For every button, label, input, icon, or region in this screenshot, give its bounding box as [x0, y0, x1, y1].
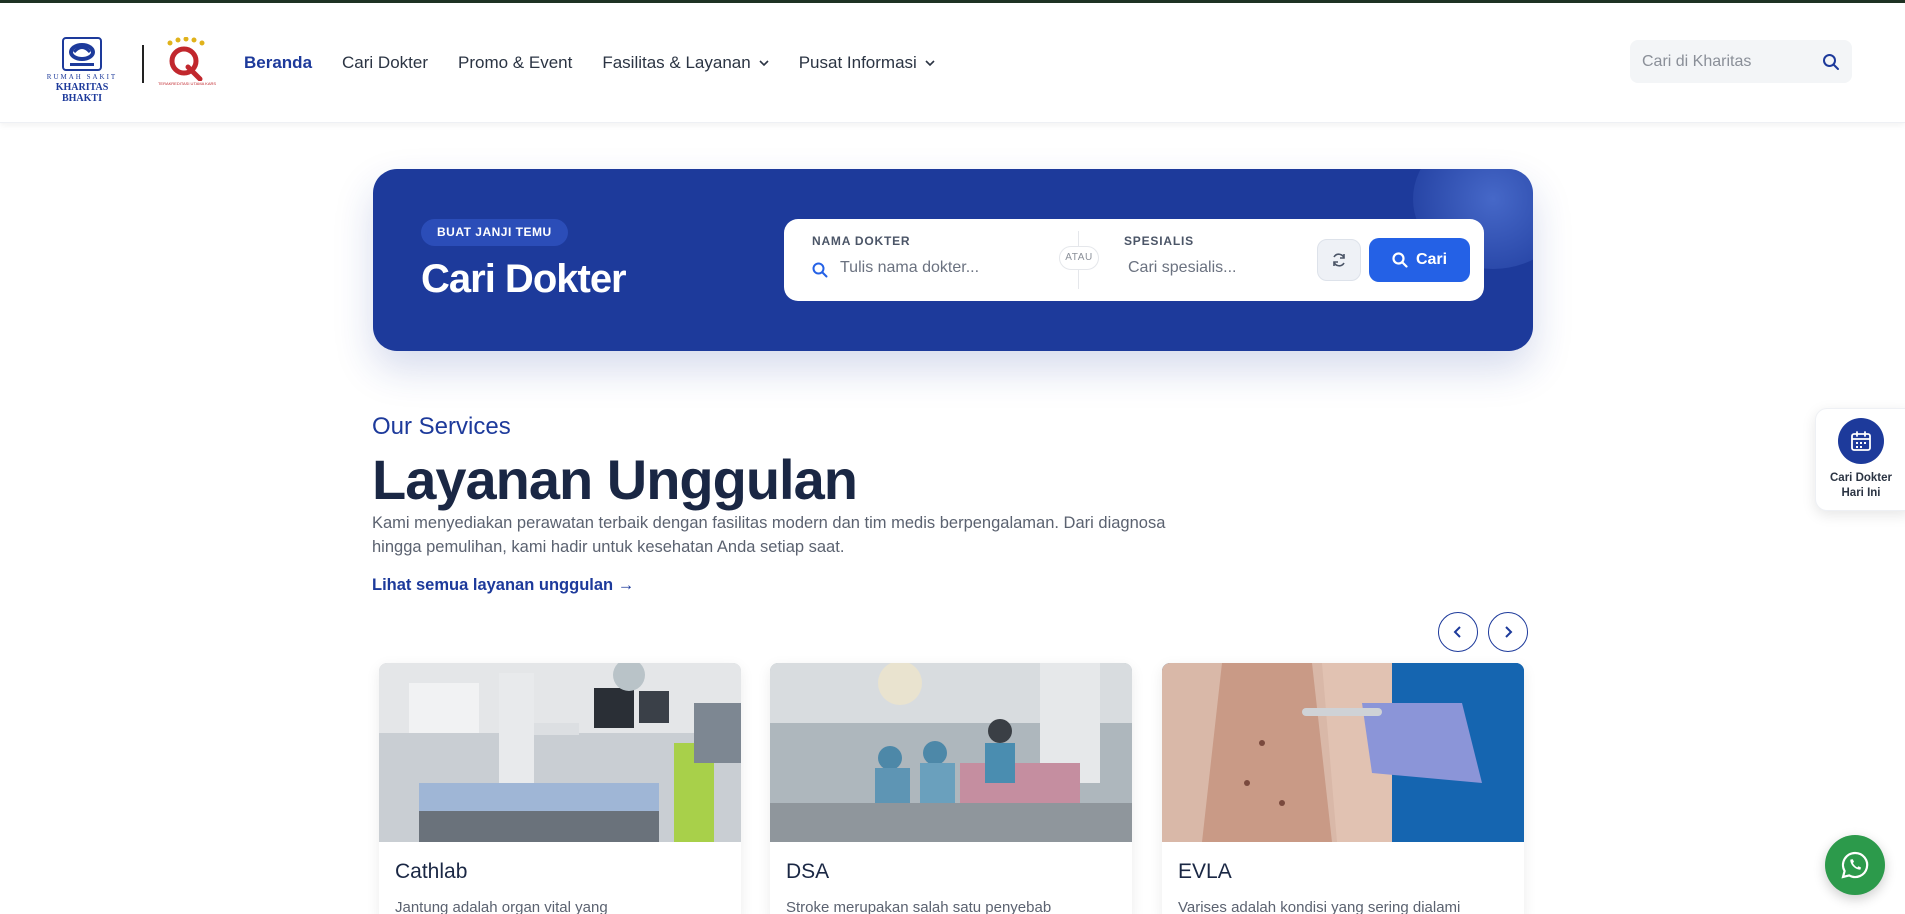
search-button-label: Cari	[1415, 251, 1448, 268]
carousel-prev-button[interactable]	[1438, 612, 1478, 652]
logo-divider	[142, 45, 144, 83]
or-separator: ATAU	[1059, 246, 1099, 270]
service-card-dsa[interactable]: DSA Stroke merupakan salah satu penyebab	[770, 663, 1132, 914]
reset-button[interactable]	[1317, 239, 1361, 281]
carousel-next-button[interactable]	[1488, 612, 1528, 652]
nav-label: Pusat Informasi	[798, 53, 917, 72]
card-title: EVLA	[1178, 860, 1232, 883]
chevron-down-icon	[925, 60, 935, 67]
nav-label: Fasilitas & Layanan	[602, 53, 751, 72]
nav-label: Cari Dokter	[342, 53, 428, 72]
whatsapp-button[interactable]	[1825, 835, 1885, 895]
main-nav: Beranda Cari Dokter Promo & Event Fasili…	[244, 53, 965, 73]
card-title: Cathlab	[395, 860, 468, 883]
logo-small-text: RUMAH SAKIT	[46, 73, 118, 81]
calendar-icon	[1838, 418, 1884, 464]
doctor-finder-form: NAMA DOKTER Tulis nama dokter... ATAU SP…	[784, 219, 1484, 301]
services-eyebrow: Our Services	[372, 413, 511, 440]
doctor-search-hero: BUAT JANJI TEMU Cari Dokter NAMA DOKTER …	[373, 169, 1533, 351]
card-excerpt: Jantung adalah organ vital yang	[395, 899, 608, 914]
find-doctor-today-widget[interactable]: Cari Dokter Hari Ini	[1815, 408, 1905, 511]
chevron-down-icon	[759, 60, 769, 67]
specialist-label: SPESIALIS	[1124, 234, 1194, 248]
hero-title: Cari Dokter	[421, 257, 627, 301]
card-title: DSA	[786, 860, 830, 883]
dsa-image	[770, 663, 1132, 842]
widget-label: Cari Dokter Hari Ini	[1816, 471, 1905, 501]
appointment-pill: BUAT JANJI TEMU	[421, 219, 568, 246]
logo-name: KHARITAS BHAKTI	[55, 82, 109, 104]
whatsapp-icon	[1841, 851, 1869, 879]
featured-services: Our Services Layanan Unggulan Kami menye…	[372, 413, 1165, 594]
search-placeholder: Cari di Kharitas	[1642, 52, 1752, 70]
card-excerpt: Varises adalah kondisi yang sering diala…	[1178, 899, 1461, 914]
nav-item-promo-event[interactable]: Promo & Event	[458, 53, 572, 73]
doctor-name-label: NAMA DOKTER	[812, 234, 911, 248]
search-icon	[1392, 252, 1408, 268]
view-all-services-link[interactable]: Lihat semua layanan unggulan →	[372, 576, 634, 595]
refresh-icon	[1333, 253, 1345, 267]
chevron-left-icon	[1453, 626, 1461, 638]
service-card-evla[interactable]: EVLA Varises adalah kondisi yang sering …	[1162, 663, 1524, 914]
site-logo[interactable]: RUMAH SAKIT KHARITAS BHAKTI TERAKREDITAS…	[36, 36, 216, 104]
search-doctor-button[interactable]: Cari	[1369, 238, 1470, 282]
site-header: RUMAH SAKIT KHARITAS BHAKTI TERAKREDITAS…	[0, 3, 1905, 123]
search-icon[interactable]	[1822, 53, 1840, 71]
doctor-name-input[interactable]: Tulis nama dokter...	[840, 259, 1040, 277]
site-search-input[interactable]: Cari di Kharitas	[1630, 40, 1852, 83]
evla-image	[1162, 663, 1524, 842]
widget-label-line2: Hari Ini	[1841, 487, 1881, 499]
search-icon	[812, 262, 828, 278]
accreditation-logo: TERAKREDITASI UTAMA KARS	[158, 36, 216, 91]
nav-item-fasilitas-layanan[interactable]: Fasilitas & Layanan	[602, 53, 769, 73]
nav-label: Promo & Event	[458, 53, 573, 72]
card-excerpt: Stroke merupakan salah satu penyebab	[786, 899, 1052, 914]
accreditation-caption: TERAKREDITASI UTAMA KARS	[157, 81, 217, 86]
nav-item-pusat-informasi[interactable]: Pusat Informasi	[799, 53, 935, 73]
cathlab-image	[379, 663, 741, 842]
chevron-right-icon	[1505, 626, 1513, 638]
services-title: Layanan Unggulan	[372, 448, 858, 511]
nav-item-cari-dokter[interactable]: Cari Dokter	[342, 53, 428, 73]
services-description: Kami menyediakan perawatan terbaik denga…	[372, 514, 1166, 556]
specialist-input[interactable]: Cari spesialis...	[1128, 259, 1308, 277]
widget-label-line1: Cari Dokter	[1830, 472, 1892, 484]
nav-label: Beranda	[244, 53, 313, 72]
service-card-cathlab[interactable]: Cathlab Jantung adalah organ vital yang	[379, 663, 741, 914]
kharitas-logo: RUMAH SAKIT KHARITAS BHAKTI	[36, 37, 128, 104]
nav-item-beranda[interactable]: Beranda	[244, 53, 312, 73]
